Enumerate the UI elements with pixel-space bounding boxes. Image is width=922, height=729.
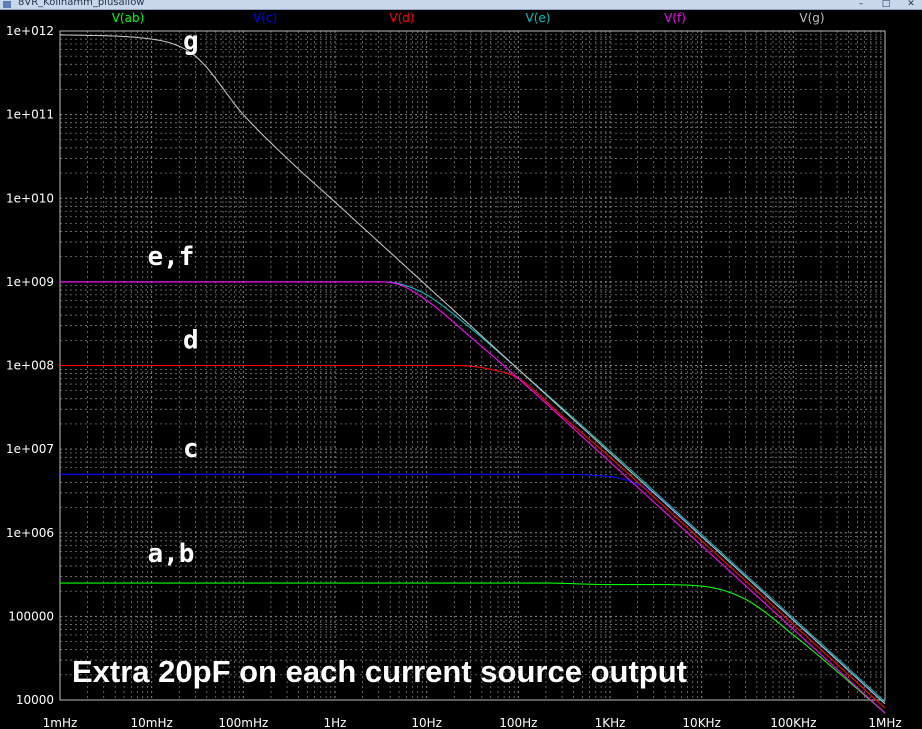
x-tick-label: 1KHz <box>595 716 626 729</box>
x-tick-label: 1Hz <box>324 716 347 729</box>
x-tick-label: 1MHz <box>868 716 901 729</box>
y-tick-label: 100000 <box>8 609 54 623</box>
x-tick-label: 10Hz <box>411 716 442 729</box>
x-tick-label: 1mHz <box>43 716 78 729</box>
x-tick-label: 100Hz <box>499 716 537 729</box>
legend-entry-vf[interactable]: V(f) <box>664 11 686 25</box>
legend-entry-vd[interactable]: V(d) <box>389 11 414 25</box>
x-tick-label: 10mHz <box>131 716 173 729</box>
y-tick-label: 1e+006 <box>6 526 54 540</box>
x-tick-label: 100mHz <box>218 716 268 729</box>
y-tick-label: 1e+011 <box>6 108 54 122</box>
x-tick-label: 10KHz <box>682 716 720 729</box>
plot-area: 1mHz 10mHz 100mHz 1Hz 10Hz 100Hz 1KHz 10KHz 100K… <box>0 10 922 729</box>
legend-entry-vc[interactable]: V(c) <box>253 11 277 25</box>
x-tick-label: 100KHz <box>770 716 816 729</box>
y-tick-label: 1e+008 <box>6 359 54 373</box>
annotation-label: d <box>183 325 199 355</box>
legend-entry-ve[interactable]: V(e) <box>526 11 551 25</box>
app-icon <box>3 1 11 8</box>
legend-entry-vab[interactable]: V(ab) <box>112 11 145 25</box>
minimize-button[interactable]: – <box>856 0 866 9</box>
annotation-label: a,b <box>147 539 194 569</box>
annotation-label: e,f <box>147 242 194 272</box>
window-title: 8VR_Kollhamm_plusallow <box>18 0 145 8</box>
chart-caption: Extra 20pF on each current source output <box>72 654 687 689</box>
legend-entry-vg[interactable]: V(g) <box>799 11 824 25</box>
window-titlebar: 8VR_Kollhamm_plusallow – □ ✕ <box>0 0 922 10</box>
restore-button[interactable]: □ <box>881 0 891 9</box>
y-tick-label: 1e+007 <box>6 442 54 456</box>
annotation-label: c <box>183 434 199 464</box>
bode-plot[interactable]: 1mHz 10mHz 100mHz 1Hz 10Hz 100Hz 1KHz 10KHz 100K… <box>0 10 922 729</box>
y-tick-label: 10000 <box>16 693 54 707</box>
y-tick-label: 1e+009 <box>6 275 54 289</box>
y-tick-label: 1e+010 <box>6 191 54 205</box>
annotation-label: g <box>183 27 199 57</box>
y-tick-label: 1e+012 <box>6 24 54 38</box>
close-button[interactable]: ✕ <box>906 0 916 9</box>
